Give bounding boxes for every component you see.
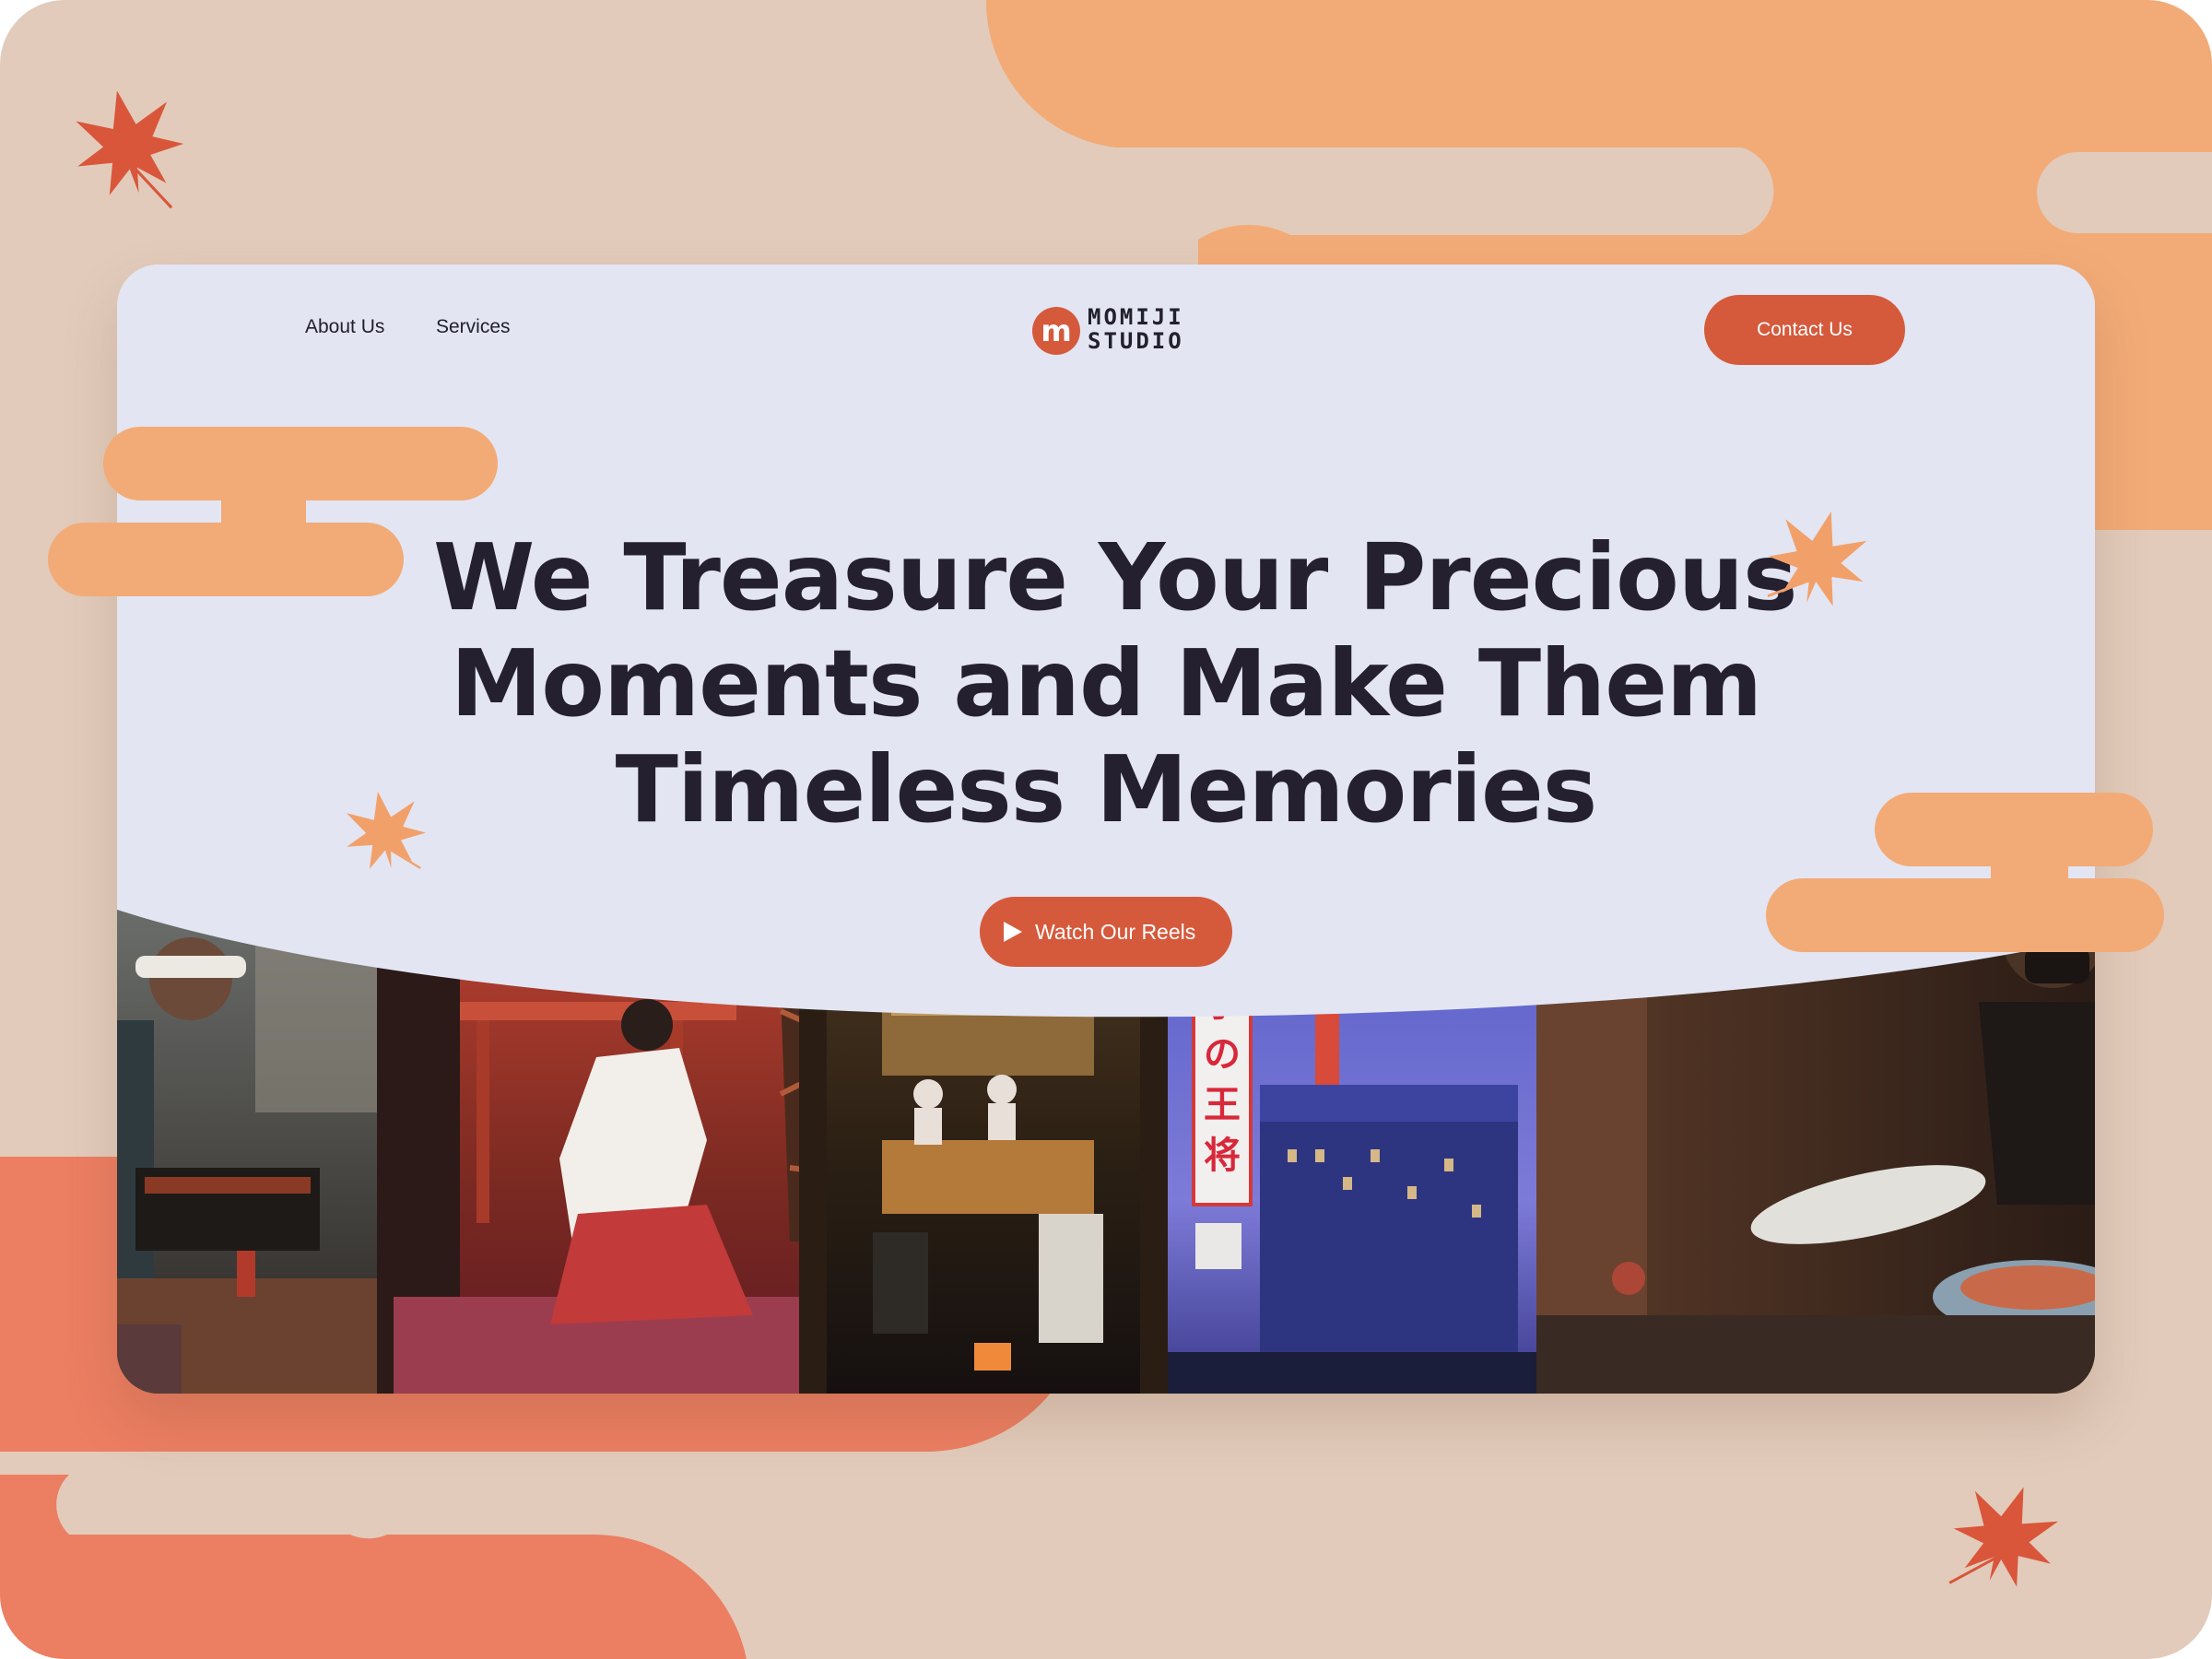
logo-line-1: MOMIJI bbox=[1088, 304, 1184, 330]
photo-grill-cook bbox=[117, 910, 384, 1394]
logo-line-2: STUDIO bbox=[1088, 328, 1184, 354]
cloud-top-right-bar bbox=[2037, 152, 2212, 233]
logo-mark-icon: m bbox=[1032, 307, 1080, 355]
headline-line-3: Timeless Memories bbox=[615, 735, 1598, 843]
sign-char-3: の bbox=[1204, 1033, 1241, 1076]
sign-char-2: 子 bbox=[1204, 982, 1241, 1025]
watch-reels-button[interactable]: Watch Our Reels bbox=[980, 897, 1232, 967]
photo-izakaya-bar bbox=[799, 910, 1168, 1394]
maple-leaf-icon bbox=[1940, 1469, 2073, 1599]
sign-char-4: 王 bbox=[1204, 1084, 1241, 1126]
hero-headline: We Treasure Your Precious Moments and Ma… bbox=[433, 524, 1798, 843]
nav-services-link[interactable]: Services bbox=[436, 316, 511, 338]
website-card: 餃 子 の 王 将 bbox=[117, 265, 2095, 1394]
headline-line-1: We Treasure Your Precious bbox=[433, 524, 1798, 631]
headline-line-2: Moments and Make Them bbox=[450, 629, 1763, 737]
cloud-bottom-left-mid bbox=[323, 1452, 926, 1539]
photo-chef-plating bbox=[1536, 910, 2095, 1394]
logo-wordmark: MOMIJI STUDIO bbox=[1088, 305, 1184, 353]
watch-reels-label: Watch Our Reels bbox=[1035, 920, 1196, 944]
page-frame: 餃 子 の 王 将 bbox=[0, 0, 2212, 1659]
photo-kyoto-tower: 餃 子 の 王 将 bbox=[1168, 910, 1536, 1394]
contact-us-button[interactable]: Contact Us bbox=[1704, 295, 1905, 365]
sign-char-5: 将 bbox=[1204, 1135, 1241, 1177]
photo-strip: 餃 子 の 王 将 bbox=[117, 910, 2095, 1394]
nav-about-link[interactable]: About Us bbox=[305, 316, 384, 338]
play-icon bbox=[1004, 922, 1022, 942]
maple-leaf-icon bbox=[64, 79, 192, 209]
momiji-studio-logo[interactable]: m MOMIJI STUDIO bbox=[1032, 305, 1198, 357]
